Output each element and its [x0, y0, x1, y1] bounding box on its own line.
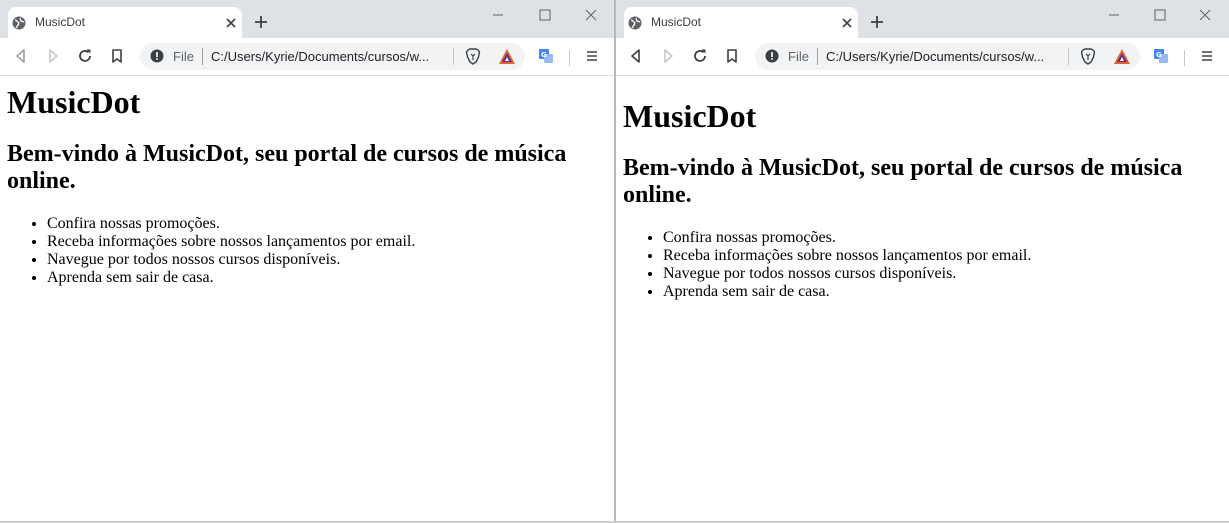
toolbar-divider [569, 50, 570, 66]
close-window-icon[interactable] [1197, 7, 1213, 23]
reload-icon[interactable] [77, 48, 93, 64]
menu-icon[interactable] [1199, 48, 1215, 64]
page-content: MusicDot Bem-vindo à MusicDot, seu porta… [616, 76, 1229, 523]
globe-icon [12, 16, 26, 30]
page-content: MusicDot Bem-vindo à MusicDot, seu porta… [0, 76, 614, 523]
bookmark-icon[interactable] [109, 48, 125, 64]
address-scheme: File [788, 49, 809, 64]
close-icon[interactable] [223, 15, 239, 31]
brave-shield-icon[interactable] [1080, 48, 1096, 65]
address-bar[interactable]: File C:/Users/Kyrie/Documents/cursos/w..… [140, 43, 525, 70]
tab-musicdot[interactable]: MusicDot [8, 7, 242, 38]
svg-text:G: G [1156, 51, 1162, 59]
menu-icon[interactable] [584, 48, 600, 64]
page-subtitle: Bem-vindo à MusicDot, seu portal de curs… [623, 155, 1183, 208]
toolbar: File C:/Users/Kyrie/Documents/cursos/w..… [0, 38, 614, 76]
reload-icon[interactable] [692, 48, 708, 64]
toolbar: File C:/Users/Kyrie/Documents/cursos/w..… [616, 38, 1229, 76]
info-icon[interactable] [150, 49, 164, 63]
page-title: MusicDot [7, 84, 141, 120]
tab-title: MusicDot [35, 15, 86, 29]
maximize-icon[interactable] [537, 7, 553, 23]
list-item: Aprenda sem sair de casa. [47, 269, 415, 287]
browser-window-right: MusicDot File C:/Users/Kyrie/Documents/c… [616, 0, 1229, 523]
minimize-icon[interactable] [490, 7, 506, 23]
list-item: Confira nossas promoções. [47, 215, 415, 233]
list-item: Receba informações sobre nossos lançamen… [663, 247, 1031, 265]
minimize-icon[interactable] [1106, 7, 1122, 23]
globe-icon [628, 16, 642, 30]
translate-icon[interactable]: G [538, 48, 554, 64]
address-bar[interactable]: File C:/Users/Kyrie/Documents/cursos/w..… [755, 43, 1140, 70]
list-item: Confira nossas promoções. [663, 229, 1031, 247]
tab-title: MusicDot [651, 15, 702, 29]
close-window-icon[interactable] [583, 7, 599, 23]
forward-icon[interactable] [45, 48, 61, 64]
back-icon[interactable] [628, 48, 644, 64]
address-url[interactable]: C:/Users/Kyrie/Documents/cursos/w... [211, 49, 429, 64]
list-item: Navegue por todos nossos cursos disponív… [663, 265, 1031, 283]
list-item: Navegue por todos nossos cursos disponív… [47, 251, 415, 269]
bat-icon[interactable] [498, 48, 516, 65]
maximize-icon[interactable] [1152, 7, 1168, 23]
address-scheme: File [173, 49, 194, 64]
feature-list: Confira nossas promoções. Receba informa… [623, 229, 1031, 301]
page-title: MusicDot [623, 98, 757, 134]
list-item: Receba informações sobre nossos lançamen… [47, 233, 415, 251]
back-icon[interactable] [13, 48, 29, 64]
address-divider [202, 48, 203, 65]
address-divider-2 [1068, 48, 1069, 65]
browser-window-left: MusicDot File C:/Users/Kyrie/Documents/c… [0, 0, 614, 523]
tab-strip: MusicDot [0, 0, 614, 38]
tab-musicdot[interactable]: MusicDot [624, 7, 858, 38]
forward-icon[interactable] [660, 48, 676, 64]
address-divider [817, 48, 818, 65]
info-icon[interactable] [765, 49, 779, 63]
translate-icon[interactable]: G [1153, 48, 1169, 64]
list-item: Aprenda sem sair de casa. [663, 283, 1031, 301]
svg-text:G: G [541, 51, 547, 59]
plus-icon[interactable] [253, 14, 269, 30]
plus-icon[interactable] [869, 14, 885, 30]
page-subtitle: Bem-vindo à MusicDot, seu portal de curs… [7, 141, 567, 194]
bookmark-icon[interactable] [724, 48, 740, 64]
tab-strip: MusicDot [616, 0, 1229, 38]
address-divider-2 [453, 48, 454, 65]
brave-shield-icon[interactable] [465, 48, 481, 65]
toolbar-divider [1184, 50, 1185, 66]
feature-list: Confira nossas promoções. Receba informa… [7, 215, 415, 287]
bat-icon[interactable] [1113, 48, 1131, 65]
address-url[interactable]: C:/Users/Kyrie/Documents/cursos/w... [826, 49, 1044, 64]
close-icon[interactable] [839, 15, 855, 31]
